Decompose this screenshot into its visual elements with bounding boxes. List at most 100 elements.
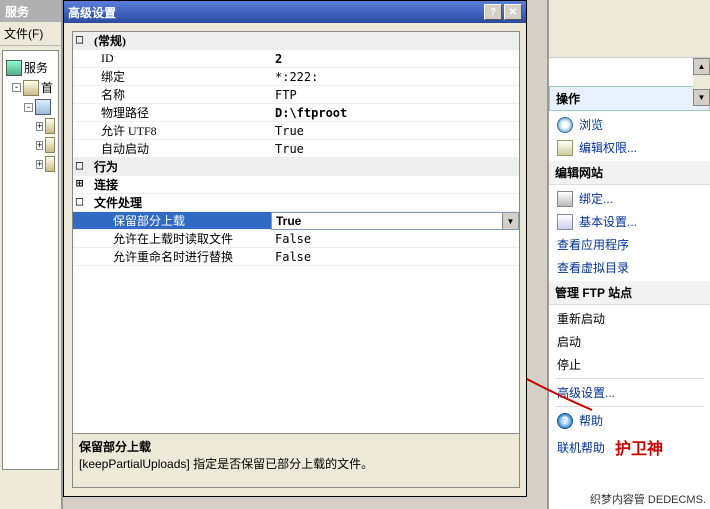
collapse-icon[interactable]: - <box>24 103 33 112</box>
folder-icon <box>45 137 55 153</box>
action-label: 联机帮助 <box>557 439 605 456</box>
tree-item[interactable]: + <box>36 137 55 153</box>
action-help[interactable]: ? 帮助 <box>549 409 710 432</box>
action-label: 重新启动 <box>557 310 605 327</box>
category-general[interactable]: □ (常规) <box>73 32 519 50</box>
prop-label: 允许在上载时读取文件 <box>73 230 271 247</box>
action-online-help[interactable]: 联机帮助 护卫神 <box>549 432 710 462</box>
dialog-title: 高级设置 <box>68 4 482 21</box>
action-label: 停止 <box>557 356 581 373</box>
prop-label: 物理路径 <box>73 104 271 121</box>
folder-icon <box>45 156 55 172</box>
tree-item-root[interactable]: 服务 <box>6 59 55 76</box>
tree-item[interactable]: - <box>24 99 55 115</box>
prop-value: True <box>271 122 519 139</box>
prop-row-binding[interactable]: 绑定 *:222: <box>73 68 519 86</box>
action-group-edit-site: 编辑网站 <box>549 161 710 185</box>
category-file-processing[interactable]: □ 文件处理 <box>73 194 519 212</box>
description-title: 保留部分上载 <box>79 438 513 455</box>
vertical-scrollbar[interactable]: ▲ ▼ <box>693 58 710 106</box>
action-browse[interactable]: 浏览 <box>549 113 710 136</box>
action-bindings[interactable]: 绑定... <box>549 187 710 210</box>
category-behavior[interactable]: □ 行为 <box>73 158 519 176</box>
prop-label: 允许 UTF8 <box>73 122 271 139</box>
menu-file[interactable]: 文件(F) <box>0 22 61 46</box>
prop-row-allow-replace-on-rename[interactable]: 允许重命名时进行替换 False <box>73 248 519 266</box>
collapse-icon[interactable]: - <box>12 83 21 92</box>
browse-icon <box>557 117 573 133</box>
action-label: 帮助 <box>579 412 603 429</box>
action-advanced-settings[interactable]: 高级设置... <box>549 381 710 404</box>
collapse-icon[interactable]: □ <box>73 32 86 49</box>
prop-label: 名称 <box>73 86 271 103</box>
action-label: 绑定... <box>579 190 613 207</box>
site-icon <box>35 99 51 115</box>
prop-row-physical-path[interactable]: 物理路径 D:\ftproot <box>73 104 519 122</box>
action-view-virtual-dirs[interactable]: 查看虚拟目录 <box>549 256 710 279</box>
tree-item-label: 服务 <box>24 59 48 76</box>
close-button[interactable]: ✕ <box>504 4 522 20</box>
action-group-manage-ftp: 管理 FTP 站点 <box>549 281 710 305</box>
settings-icon <box>557 214 573 230</box>
action-basic-settings[interactable]: 基本设置... <box>549 210 710 233</box>
action-label: 基本设置... <box>579 213 637 230</box>
category-connection[interactable]: ⊞ 连接 <box>73 176 519 194</box>
dropdown-button[interactable]: ▼ <box>502 213 518 229</box>
action-view-applications[interactable]: 查看应用程序 <box>549 233 710 256</box>
help-icon: ? <box>557 413 573 429</box>
action-label: 高级设置... <box>557 384 615 401</box>
prop-row-name[interactable]: 名称 FTP <box>73 86 519 104</box>
category-label: 行为 <box>86 158 118 175</box>
prop-value-editor[interactable]: True ▼ <box>271 212 519 230</box>
prop-value: FTP <box>271 86 519 103</box>
permission-icon <box>557 140 573 156</box>
category-label: 文件处理 <box>86 194 142 211</box>
prop-value: False <box>271 248 519 265</box>
prop-value: True <box>276 214 301 228</box>
action-label: 启动 <box>557 333 581 350</box>
prop-value: True <box>271 140 519 157</box>
action-restart[interactable]: 重新启动 <box>549 307 710 330</box>
footer-credit: 织梦内容管 DEDECMS. <box>590 491 706 507</box>
prop-row-keep-partial-upload[interactable]: 保留部分上载 True ▼ <box>73 212 519 230</box>
folder-icon <box>45 118 55 134</box>
prop-row-id[interactable]: ID 2 <box>73 50 519 68</box>
tree-item-label: 首 <box>41 79 53 96</box>
expand-icon[interactable]: ⊞ <box>73 176 86 193</box>
tree-item[interactable]: - 首 <box>12 79 55 96</box>
prop-row-autostart[interactable]: 自动启动 True <box>73 140 519 158</box>
category-label: (常规) <box>86 32 126 49</box>
scroll-down-button[interactable]: ▼ <box>693 89 710 106</box>
prop-row-allow-read-during-upload[interactable]: 允许在上载时读取文件 False <box>73 230 519 248</box>
prop-label: 保留部分上载 <box>73 212 271 229</box>
category-label: 连接 <box>86 176 118 193</box>
left-pane-title: 服务 <box>0 0 61 22</box>
tree-item[interactable]: + <box>36 156 55 172</box>
description-text: [keepPartialUploads] 指定是否保留已部分上载的文件。 <box>79 455 513 472</box>
action-edit-permissions[interactable]: 编辑权限... <box>549 136 710 159</box>
prop-label: ID <box>73 50 271 67</box>
expand-icon[interactable]: + <box>36 122 43 131</box>
tree-item[interactable]: + <box>36 118 55 134</box>
bindings-icon <box>557 191 573 207</box>
left-pane: 服务 文件(F) 服务 - 首 - + + <box>0 0 63 509</box>
help-button[interactable]: ? <box>484 4 502 20</box>
property-description: 保留部分上载 [keepPartialUploads] 指定是否保留已部分上载的… <box>72 433 520 488</box>
actions-header: 操作 <box>549 86 710 111</box>
action-label: 查看虚拟目录 <box>557 259 629 276</box>
right-blank-area <box>549 0 710 58</box>
property-grid[interactable]: □ (常规) ID 2 绑定 *:222: 名称 FTP 物理路径 D:\ftp… <box>72 31 520 445</box>
action-start[interactable]: 启动 <box>549 330 710 353</box>
dialog-titlebar[interactable]: 高级设置 ? ✕ <box>64 1 526 23</box>
expand-icon[interactable]: + <box>36 160 43 169</box>
action-label: 编辑权限... <box>579 139 637 156</box>
collapse-icon[interactable]: □ <box>73 158 86 175</box>
tree-view[interactable]: 服务 - 首 - + + + <box>2 50 59 470</box>
action-stop[interactable]: 停止 <box>549 353 710 376</box>
expand-icon[interactable]: + <box>36 141 43 150</box>
prop-row-allow-utf8[interactable]: 允许 UTF8 True <box>73 122 519 140</box>
advanced-settings-dialog: 高级设置 ? ✕ □ (常规) ID 2 绑定 *:222: 名称 FTP 物理… <box>63 0 527 497</box>
scroll-up-button[interactable]: ▲ <box>693 58 710 75</box>
prop-value: 2 <box>271 50 519 67</box>
collapse-icon[interactable]: □ <box>73 194 86 211</box>
